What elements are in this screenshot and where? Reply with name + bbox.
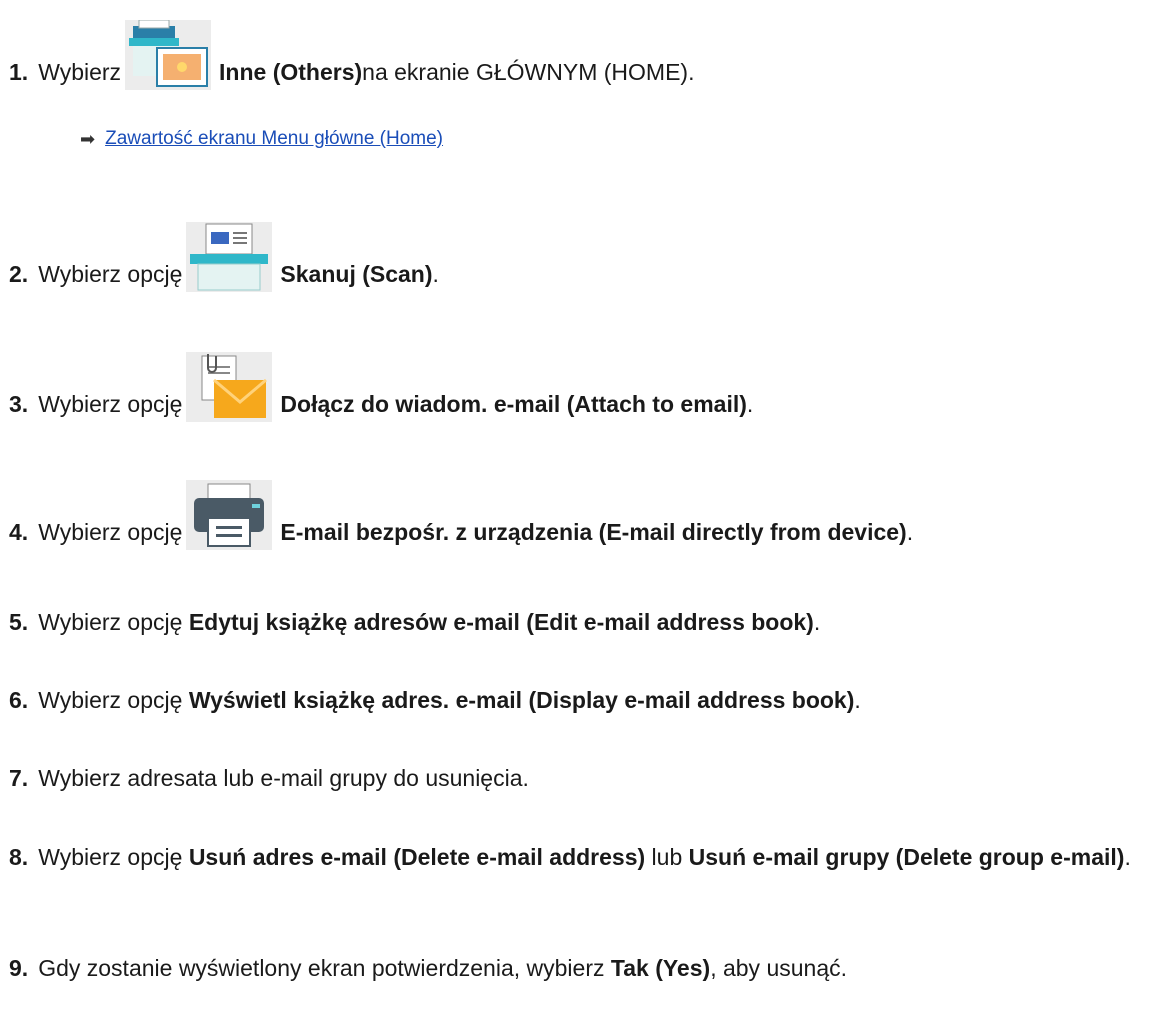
step-number: 6. (9, 687, 29, 713)
step-text: Wybierz adresata lub e-mail grupy do usu… (38, 765, 529, 791)
scan-icon (186, 222, 273, 292)
step-3: 3. Wybierz opcję Dołącz do wiadom. e-mai… (9, 348, 1154, 422)
step-text-post: . (432, 261, 439, 287)
document: 1. Wybierz Inne (Others) na ekranie GŁÓW… (0, 0, 1158, 1012)
arrow-right-icon: ➡ (80, 128, 96, 149)
step-text-post: . (854, 687, 861, 713)
step-text-post: , aby usunąć. (710, 955, 847, 981)
step-text: Wybierz opcję (38, 609, 189, 635)
step-number: 9. (9, 955, 29, 981)
step-bold: Dołącz do wiadom. e-mail (Attach to emai… (280, 391, 747, 417)
attach-email-icon (186, 352, 273, 422)
step-2: 2. Wybierz opcję Skanuj (Scan) . (9, 218, 1154, 292)
step-text: Wybierz opcję (38, 519, 183, 545)
step-text: Wybierz opcję (38, 261, 183, 287)
step-7: 7. Wybierz adresata lub e-mail grupy do … (9, 764, 1154, 792)
step-1: 1. Wybierz Inne (Others) na ekranie GŁÓW… (9, 16, 1154, 90)
printer-icon (186, 480, 273, 550)
step-text-post: na ekranie GŁÓWNYM (HOME). (362, 59, 695, 85)
step-6: 6. Wybierz opcję Wyświetl książkę adres.… (9, 686, 1154, 714)
step-8: 8. Wybierz opcję Usuń adres e-mail (Delet… (9, 837, 1149, 877)
step-5: 5. Wybierz opcję Edytuj książkę adresów … (9, 608, 1154, 636)
step-text: Wybierz opcję (38, 391, 183, 417)
step-number: 2. (9, 261, 29, 287)
others-icon (125, 20, 212, 90)
step-text: Wybierz opcję (38, 844, 189, 870)
step-bold: E-mail bezpośr. z urządzenia (E-mail dir… (280, 519, 907, 545)
step-number: 4. (9, 519, 29, 545)
step-text: Gdy zostanie wyświetlony ekran potwierdz… (38, 955, 611, 981)
step-text-post: . (1124, 844, 1131, 870)
step-text: Wybierz (38, 59, 122, 85)
step-bold: Skanuj (Scan) (280, 261, 433, 287)
step-text-post: . (746, 391, 754, 417)
step-4: 4. Wybierz opcję E-mail bezpośr. z urząd… (9, 476, 1154, 550)
step-bold: Wyświetl książkę adres. e-mail (Display … (188, 687, 855, 713)
step-text-post: . (813, 609, 821, 635)
step-bold: Usuń adres e-mail (Delete e-mail address… (188, 844, 646, 870)
step-number: 5. (9, 609, 29, 635)
step-number: 7. (9, 765, 29, 791)
step-bold: Inne (Others) (219, 59, 363, 85)
link-row: ➡ Zawartość ekranu Menu główne (Home) (80, 128, 443, 150)
step-number: 3. (9, 391, 29, 417)
step-9: 9. Gdy zostanie wyświetlony ekran potwie… (9, 954, 1154, 982)
step-number: 8. (9, 844, 29, 870)
step-text: Wybierz opcję (38, 687, 189, 713)
step-bold-2: Usuń e-mail grupy (Delete group e-mail) (688, 844, 1125, 870)
step-text-post: . (906, 519, 914, 545)
step-text-mid: lub (645, 844, 689, 870)
step-number: 1. (9, 59, 29, 85)
step-bold: Tak (Yes) (610, 955, 711, 981)
step-bold: Edytuj książkę adresów e-mail (Edit e-ma… (188, 609, 814, 635)
home-screen-link[interactable]: Zawartość ekranu Menu główne (Home) (105, 128, 443, 150)
